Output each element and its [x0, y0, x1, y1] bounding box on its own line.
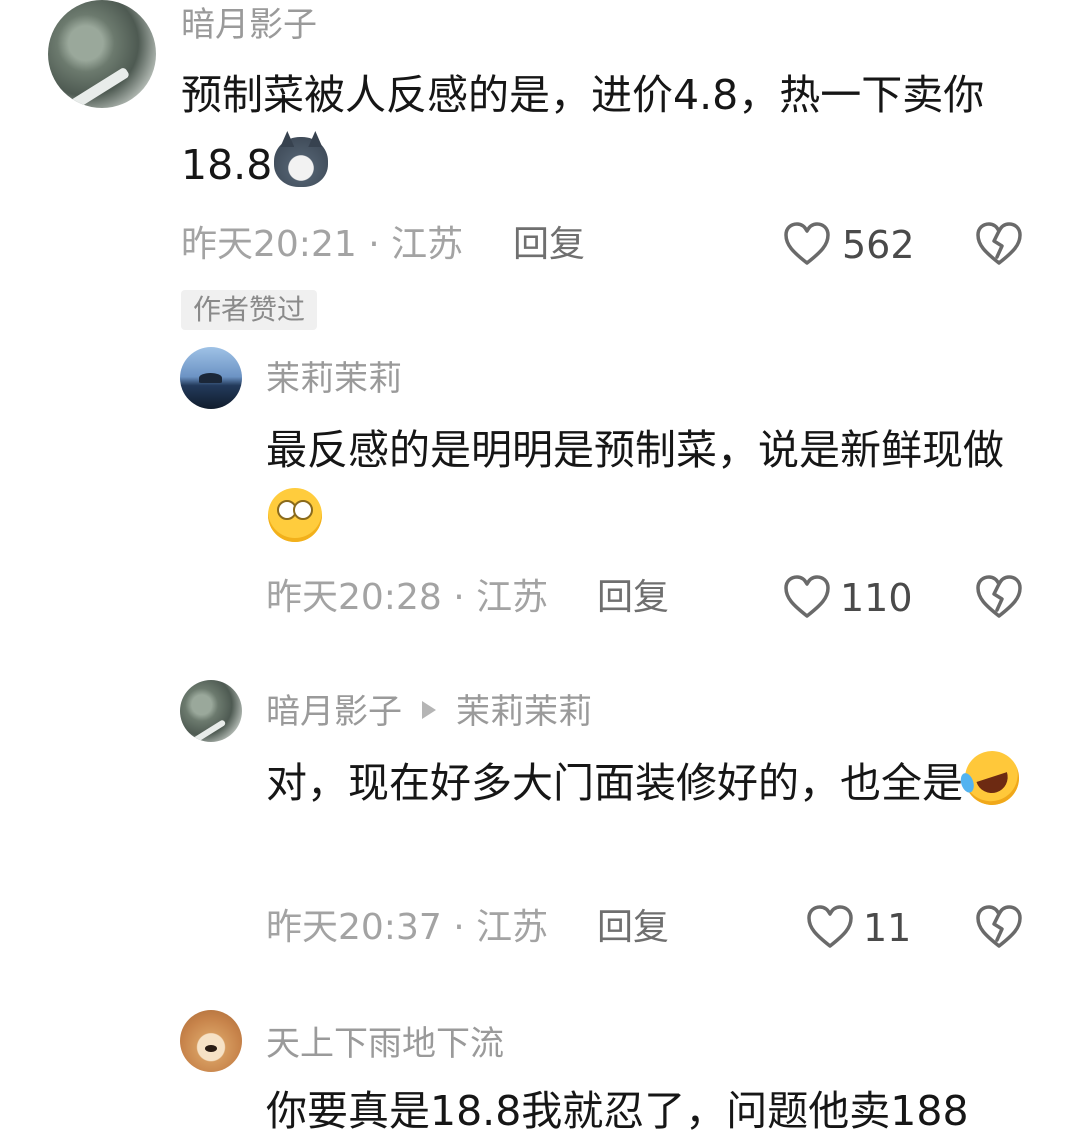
reply-text: 对，现在好多大门面装修好的，也全是: [266, 743, 1046, 818]
heart-outline-icon: [784, 575, 830, 618]
reply-text: 你要真是18.8我就忍了，问题他卖188: [266, 1087, 969, 1135]
avatar[interactable]: [180, 680, 242, 742]
heart-outline-icon: [784, 222, 830, 265]
like-button[interactable]: [806, 904, 854, 950]
reply-time-location: 昨天20:37 · 江苏: [266, 907, 549, 948]
laughing-tears-emoji: [957, 743, 1027, 813]
reply-header: 暗月影子 茉莉茉莉: [266, 690, 592, 734]
reply-button[interactable]: 回复: [597, 906, 669, 950]
like-button[interactable]: [783, 221, 831, 267]
reply-button[interactable]: 回复: [513, 223, 585, 267]
dislike-button[interactable]: [975, 221, 1023, 267]
like-button[interactable]: [783, 574, 831, 620]
comment-text: 预制菜被人反感的是，进价4.8，热一下卖你18.8: [181, 60, 1031, 200]
avatar[interactable]: [180, 347, 242, 409]
reply-time-location: 昨天20:28 · 江苏: [266, 577, 549, 618]
reply-button[interactable]: 回复: [597, 576, 669, 620]
broken-heart-icon: [976, 905, 1022, 948]
like-count: 562: [842, 223, 915, 267]
comment-username[interactable]: 暗月影子: [181, 3, 317, 47]
broken-heart-icon: [976, 222, 1022, 265]
reply-text-body: 对，现在好多大门面装修好的，也全是: [266, 759, 963, 807]
avatar[interactable]: [48, 0, 156, 108]
reply-username[interactable]: 暗月影子: [266, 692, 402, 732]
broken-heart-icon: [976, 575, 1022, 618]
reply-text: 最反感的是明明是预制菜，说是新鲜现做: [266, 415, 1046, 555]
comment-time-location: 昨天20:21 · 江苏: [181, 224, 464, 265]
reply-text-body: 最反感的是明明是预制菜，说是新鲜现做: [266, 426, 1004, 474]
dislike-button[interactable]: [975, 574, 1023, 620]
husky-emoji: [274, 137, 329, 187]
eyes-emoji: [268, 488, 322, 542]
play-triangle-icon: [422, 701, 436, 719]
dislike-button[interactable]: [975, 904, 1023, 950]
heart-outline-icon: [807, 905, 853, 948]
reply-username[interactable]: 茉莉茉莉: [266, 357, 402, 401]
reply-username[interactable]: 天上下雨地下流: [266, 1022, 504, 1066]
like-count: 110: [840, 576, 913, 620]
author-liked-badge: 作者赞过: [181, 290, 318, 330]
avatar[interactable]: [180, 1010, 242, 1072]
replied-to-username[interactable]: 茉莉茉莉: [456, 692, 592, 732]
like-count: 11: [863, 906, 912, 950]
